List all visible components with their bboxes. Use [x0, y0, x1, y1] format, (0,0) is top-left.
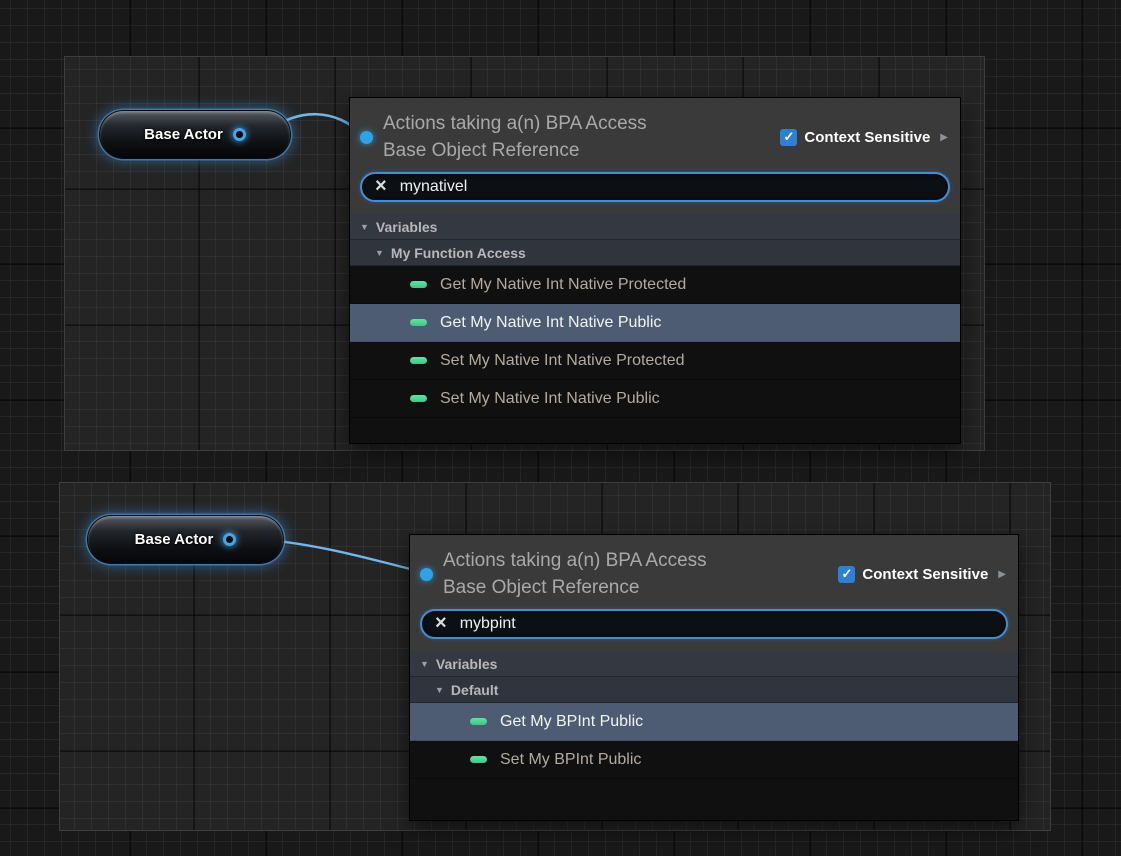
- variable-pill-icon: [410, 319, 427, 326]
- action-item-selected[interactable]: Get My Native Int Native Public: [350, 304, 960, 342]
- category-my-function-access[interactable]: ▼ My Function Access: [350, 240, 960, 266]
- category-variables[interactable]: ▼ Variables: [410, 651, 1018, 677]
- variable-pill-icon: [470, 718, 487, 725]
- variable-pill-icon: [470, 756, 487, 763]
- variable-pill-icon: [410, 395, 427, 402]
- context-sensitive-label: Context Sensitive: [804, 129, 930, 146]
- action-menu-header: Actions taking a(n) BPA Access Base Obje…: [410, 535, 1018, 651]
- action-item[interactable]: Set My Native Int Native Public: [350, 380, 960, 418]
- title-line-2: Base Object Reference: [443, 574, 828, 601]
- collapse-triangle-icon[interactable]: ▼: [375, 248, 384, 258]
- collapse-triangle-icon[interactable]: ▼: [360, 222, 369, 232]
- collapse-triangle-icon[interactable]: ▼: [420, 659, 429, 669]
- base-actor-node[interactable]: Base Actor: [100, 111, 290, 158]
- search-text: mynativel: [400, 178, 468, 196]
- object-output-pin[interactable]: [233, 128, 246, 141]
- action-menu: Actions taking a(n) BPA Access Base Obje…: [350, 98, 960, 443]
- clear-search-icon[interactable]: ×: [375, 176, 387, 196]
- category-default[interactable]: ▼ Default: [410, 677, 1018, 703]
- action-item-selected[interactable]: Get My BPInt Public: [410, 703, 1018, 741]
- clear-search-icon[interactable]: ×: [435, 613, 447, 633]
- context-sensitive-toggle[interactable]: ✓ Context Sensitive ▶: [780, 129, 950, 146]
- context-sensitive-checkbox[interactable]: ✓: [838, 566, 855, 583]
- object-pin-type-icon: [360, 131, 373, 144]
- category-variables[interactable]: ▼ Variables: [350, 214, 960, 240]
- variable-pill-icon: [410, 281, 427, 288]
- action-menu-title: Actions taking a(n) BPA Access Base Obje…: [383, 110, 770, 164]
- variable-pill-icon: [410, 357, 427, 364]
- action-item[interactable]: Get My Native Int Native Protected: [350, 266, 960, 304]
- object-output-pin[interactable]: [223, 533, 236, 546]
- action-menu-title: Actions taking a(n) BPA Access Base Obje…: [443, 547, 828, 601]
- node-title: Base Actor: [135, 531, 214, 548]
- action-list: ▼ Variables ▼ My Function Access Get My …: [350, 214, 960, 443]
- blueprint-graph[interactable]: Base Actor Base Actor Actions taking a(n…: [0, 0, 1121, 856]
- base-actor-node[interactable]: Base Actor: [88, 516, 283, 563]
- expand-arrow-icon[interactable]: ▶: [998, 569, 1006, 580]
- search-input[interactable]: × mynativel: [360, 172, 950, 202]
- action-list: ▼ Variables ▼ Default Get My BPInt Publi…: [410, 651, 1018, 820]
- expand-arrow-icon[interactable]: ▶: [940, 132, 948, 143]
- action-menu-header: Actions taking a(n) BPA Access Base Obje…: [350, 98, 960, 214]
- context-sensitive-checkbox[interactable]: ✓: [780, 129, 797, 146]
- node-title: Base Actor: [144, 126, 223, 143]
- action-item[interactable]: Set My BPInt Public: [410, 741, 1018, 779]
- search-text: mybpint: [460, 615, 516, 633]
- title-line-1: Actions taking a(n) BPA Access: [383, 110, 770, 137]
- action-menu: Actions taking a(n) BPA Access Base Obje…: [410, 535, 1018, 820]
- context-sensitive-label: Context Sensitive: [862, 566, 988, 583]
- search-input[interactable]: × mybpint: [420, 609, 1008, 639]
- collapse-triangle-icon[interactable]: ▼: [435, 685, 444, 695]
- title-line-1: Actions taking a(n) BPA Access: [443, 547, 828, 574]
- object-pin-type-icon: [420, 568, 433, 581]
- action-item[interactable]: Set My Native Int Native Protected: [350, 342, 960, 380]
- title-line-2: Base Object Reference: [383, 137, 770, 164]
- context-sensitive-toggle[interactable]: ✓ Context Sensitive ▶: [838, 566, 1008, 583]
